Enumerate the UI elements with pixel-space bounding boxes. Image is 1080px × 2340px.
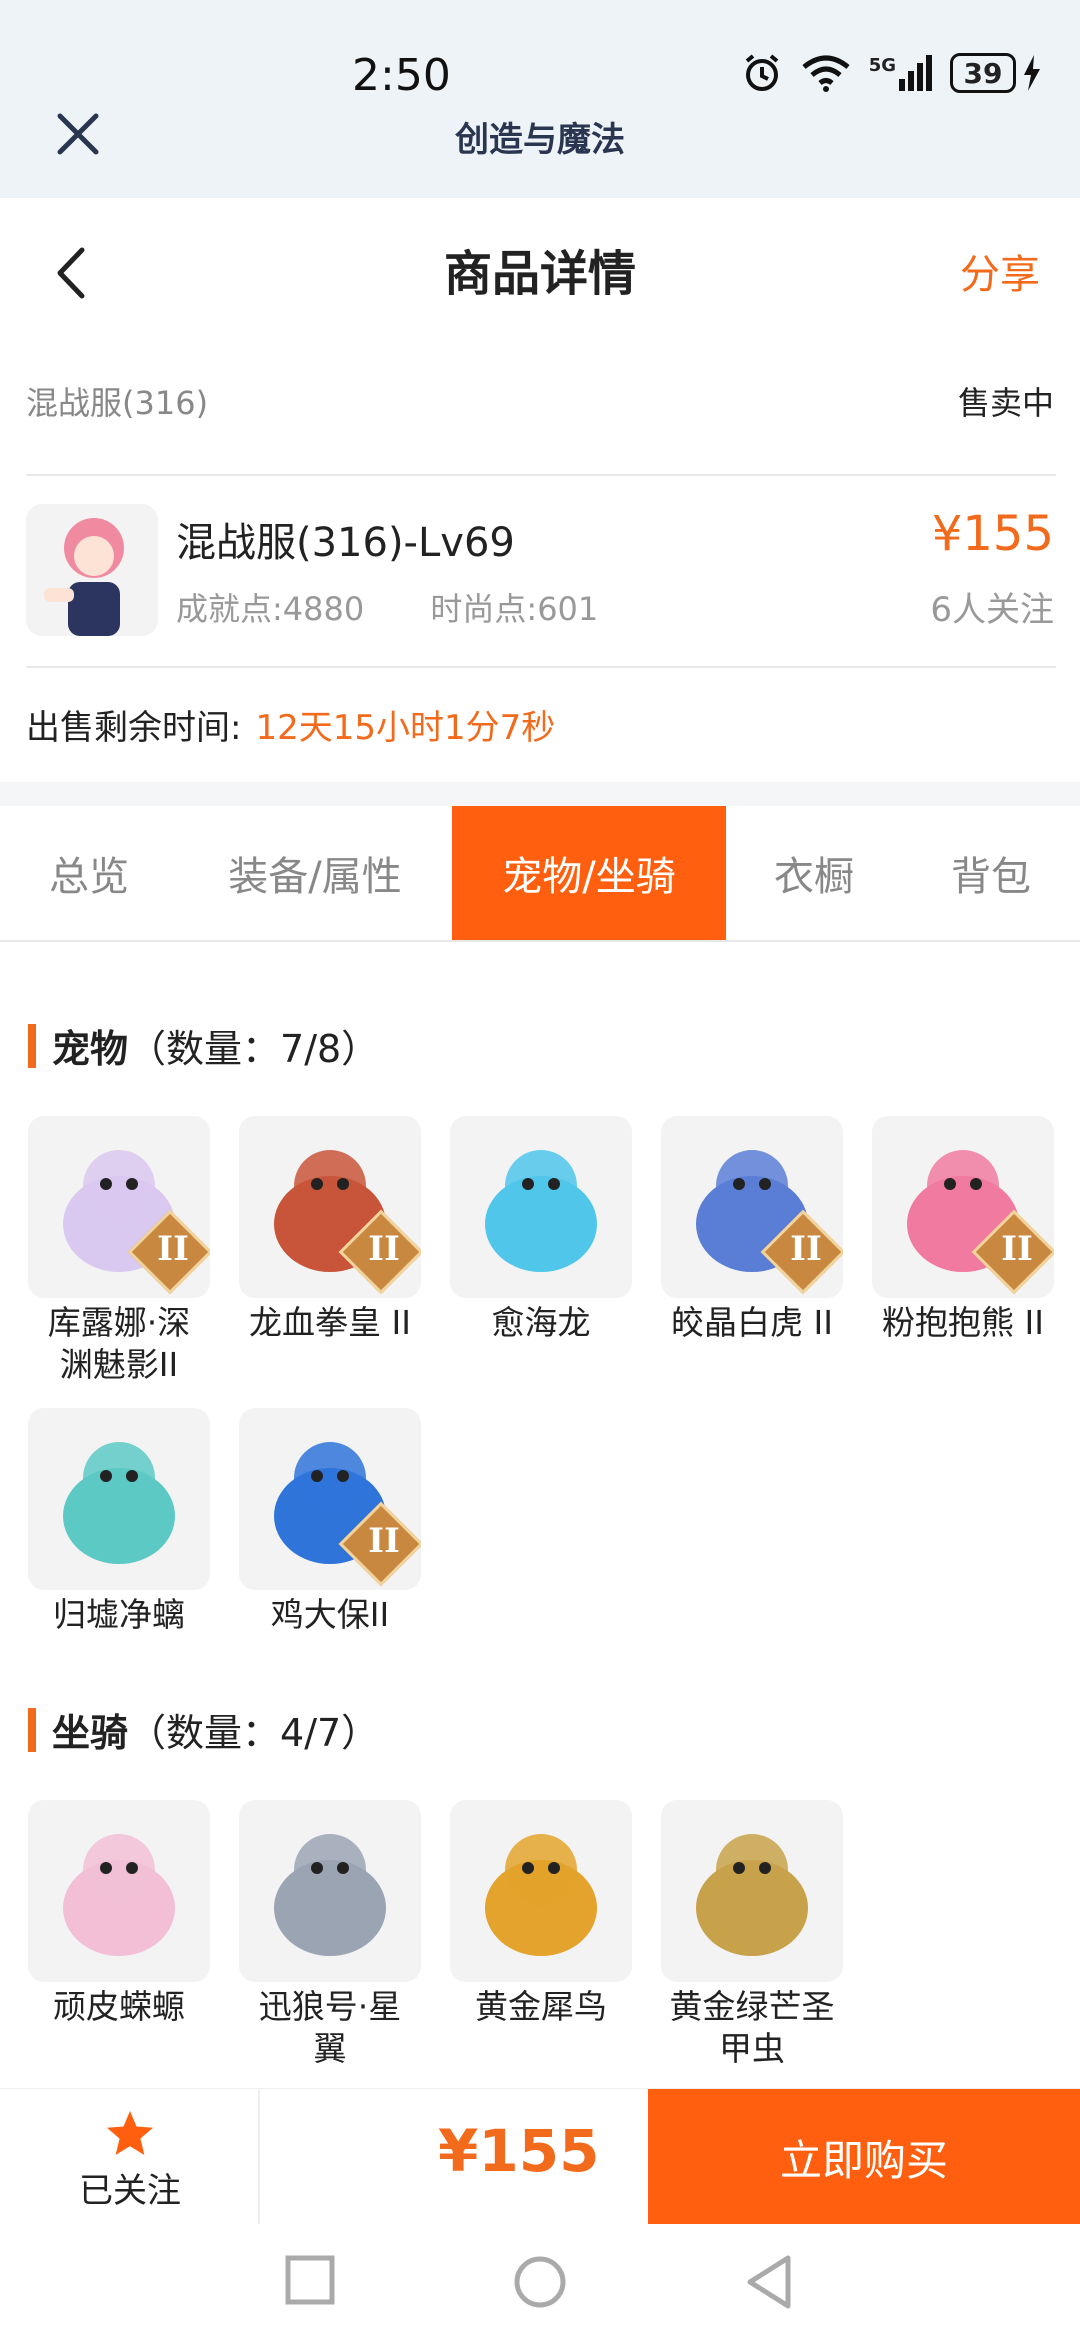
share-button[interactable]: 分享 — [960, 242, 1040, 300]
status-icons: 5G 39 — [741, 52, 1042, 94]
tab-backpack[interactable]: 背包 — [902, 806, 1080, 940]
pets-item[interactable]: 愈海龙 — [450, 1116, 632, 1344]
mounts-section-title: 坐骑 （数量：4/7） — [28, 1702, 379, 1757]
mounts-item-name: 黄金绿芒圣 — [669, 1987, 835, 2026]
divider — [258, 2089, 260, 2225]
section-gap — [0, 782, 1080, 806]
pets-item-name: 皎晶白虎 II — [671, 1303, 833, 1342]
server-row: 混战服(316) 售卖中 — [26, 370, 1054, 432]
follower-count: 6人关注 — [930, 590, 1054, 630]
wifi-icon — [802, 55, 850, 92]
achievement-points: 成就点:4880 — [176, 590, 365, 628]
pets-item-name: 粉抱抱熊 II — [882, 1303, 1044, 1342]
pets-thumbnail: II — [239, 1408, 421, 1590]
system-navigation-bar — [0, 2224, 1080, 2340]
pets-thumbnail: II — [28, 1116, 210, 1298]
follow-button[interactable]: 已关注 — [60, 2109, 200, 2212]
section-accent-bar — [28, 1707, 36, 1752]
network-type-label: 5G — [868, 55, 896, 76]
pets-item[interactable]: II 库露娜·深 渊魅影II — [28, 1116, 210, 1386]
pets-item-name: 愈海龙 — [491, 1303, 591, 1342]
alarm-icon — [745, 54, 778, 91]
star-icon — [107, 2111, 153, 2155]
follow-label: 已关注 — [79, 2171, 181, 2211]
rank-badge-label: II — [368, 1229, 400, 1269]
product-meta: 成就点:4880 时尚点:601 — [176, 584, 654, 630]
status-bar: 2:50 5G 39 创造与魔法 — [0, 0, 1080, 198]
sale-status: 售卖中 — [957, 384, 1054, 422]
pets-item[interactable]: II 鸡大保II — [239, 1408, 421, 1636]
bottom-action-bar: 已关注 ¥155 立即购买 — [0, 2088, 1080, 2225]
pets-item-name: 库露娜·深 — [47, 1303, 191, 1342]
status-time: 2:50 — [352, 50, 451, 101]
character-avatar — [26, 504, 158, 636]
product-name: 混战服(316)-Lv69 — [176, 520, 515, 566]
remaining-time: 出售剩余时间: 12天15小时1分7秒 — [26, 700, 555, 749]
pets-item-name: 归墟净螭 — [53, 1595, 185, 1634]
page-title: 商品详情 — [443, 246, 636, 302]
mounts-thumbnail — [450, 1800, 632, 1982]
server-label: 混战服(316) — [26, 384, 209, 422]
pets-thumbnail: II — [661, 1116, 843, 1298]
divider — [26, 474, 1056, 476]
remaining-time-value: 12天15小时1分7秒 — [255, 708, 556, 748]
rank-badge-label: II — [157, 1229, 189, 1269]
home-icon[interactable] — [512, 2254, 568, 2310]
pets-item-name: 龙血拳皇 II — [249, 1303, 411, 1342]
pets-thumbnail — [450, 1116, 632, 1298]
bottom-price: ¥155 — [438, 2117, 600, 2185]
mounts-title: 坐骑 — [52, 1711, 129, 1755]
section-accent-bar — [28, 1023, 36, 1068]
mounts-item-name-cont: 甲虫 — [719, 2029, 785, 2068]
battery-level: 39 — [950, 53, 1016, 93]
tab-pets-mounts[interactable]: 宠物/坐骑 — [452, 806, 726, 940]
tab-overview[interactable]: 总览 — [0, 806, 178, 940]
pets-title: 宠物 — [52, 1027, 129, 1071]
rank-badge-label: II — [368, 1521, 400, 1561]
mounts-item-name: 顽皮蝾螈 — [53, 1987, 185, 2026]
back-nav-icon[interactable] — [744, 2254, 794, 2310]
product-price: ¥155 — [931, 506, 1054, 562]
charging-icon — [1024, 55, 1040, 91]
pets-thumbnail: II — [239, 1116, 421, 1298]
mounts-item-name: 迅狼号·星 — [258, 1987, 402, 2026]
pets-item[interactable]: II 皎晶白虎 II — [661, 1116, 843, 1344]
mounts-thumbnail — [28, 1800, 210, 1982]
mounts-item[interactable]: 顽皮蝾螈 — [28, 1800, 210, 2028]
pets-count: （数量：7/8） — [128, 1027, 380, 1071]
window-title: 创造与魔法 — [455, 120, 625, 160]
mounts-thumbnail — [239, 1800, 421, 1982]
mounts-item[interactable]: 黄金犀鸟 — [450, 1800, 632, 2028]
mounts-item-name-cont: 翼 — [313, 2029, 347, 2068]
cellular-signal-icon: 5G — [869, 55, 932, 91]
mounts-item[interactable]: 黄金绿芒圣 甲虫 — [661, 1800, 843, 2070]
detail-tabs: 总览 装备/属性 宠物/坐骑 衣橱 背包 — [0, 806, 1080, 942]
pets-item[interactable]: II 龙血拳皇 II — [239, 1116, 421, 1344]
rank-badge-label: II — [1001, 1229, 1033, 1269]
pets-item-name: 鸡大保II — [270, 1595, 390, 1634]
mounts-item-name: 黄金犀鸟 — [475, 1987, 607, 2026]
pets-item[interactable]: II 粉抱抱熊 II — [872, 1116, 1054, 1344]
pets-thumbnail: II — [872, 1116, 1054, 1298]
mounts-item[interactable]: 迅狼号·星翼 — [239, 1800, 421, 2070]
rank-badge-label: II — [790, 1229, 822, 1269]
tab-equipment[interactable]: 装备/属性 — [178, 806, 452, 940]
pets-item-name-cont: 渊魅影II — [59, 1345, 179, 1384]
mounts-count: （数量：4/7） — [128, 1711, 380, 1755]
pets-thumbnail — [28, 1408, 210, 1590]
pets-section-title: 宠物 （数量：7/8） — [28, 1018, 379, 1073]
divider — [26, 666, 1056, 668]
page-header: 商品详情 分享 — [0, 198, 1080, 338]
pets-item[interactable]: 归墟净螭 — [28, 1408, 210, 1636]
recent-apps-icon[interactable] — [284, 2254, 336, 2306]
mounts-thumbnail — [661, 1800, 843, 1982]
buy-now-button[interactable]: 立即购买 — [648, 2089, 1080, 2225]
fashion-points: 时尚点:601 — [430, 590, 599, 628]
remaining-time-label: 出售剩余时间: — [26, 708, 242, 748]
battery-indicator: 39 — [950, 53, 1042, 93]
tab-wardrobe[interactable]: 衣橱 — [726, 806, 902, 940]
